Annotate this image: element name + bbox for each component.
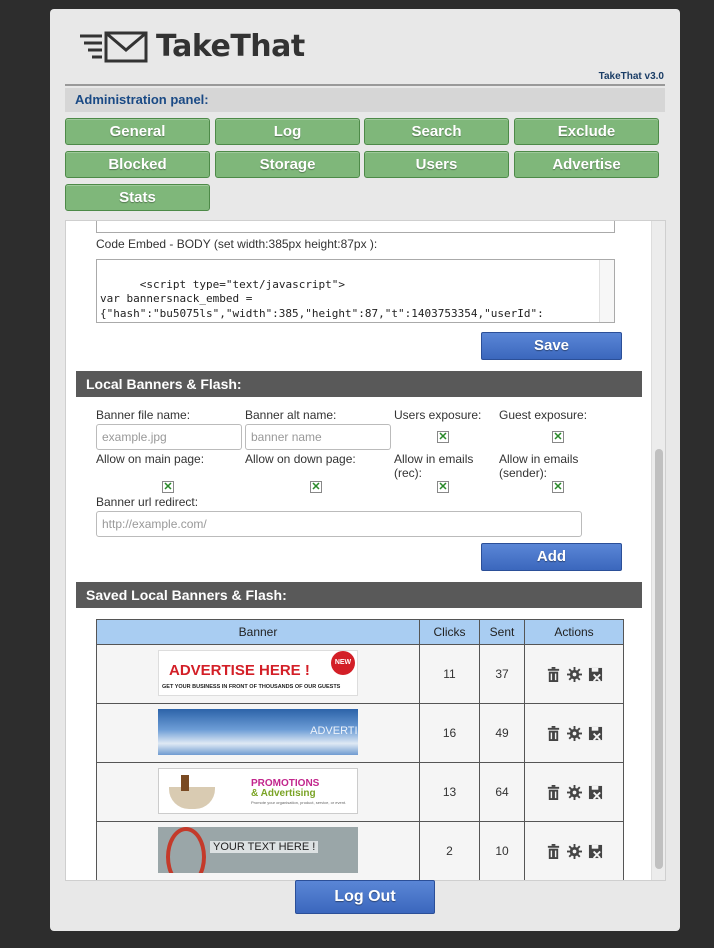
banner-cell: PROMOTIONS & Advertising Promote your or…	[96, 762, 420, 822]
nav-storage[interactable]: Storage	[215, 151, 360, 178]
save-button[interactable]: Save	[481, 332, 622, 360]
nav-search[interactable]: Search	[364, 118, 509, 145]
envelope-logo-icon	[80, 31, 148, 62]
trash-icon[interactable]	[546, 666, 561, 682]
nav-blocked[interactable]: Blocked	[65, 151, 210, 178]
gear-icon[interactable]	[566, 784, 582, 800]
banner-text: YOUR TEXT HERE !	[210, 840, 319, 853]
banner-arc-graphic	[166, 826, 206, 873]
banner-cell: ADVERTISE HERE	[96, 703, 420, 763]
nav-stats[interactable]: Stats	[65, 184, 210, 211]
col-sent: Sent	[479, 619, 525, 645]
table-row: PROMOTIONS & Advertising Promote your or…	[96, 762, 624, 822]
gear-icon[interactable]	[566, 725, 582, 741]
delete-save-icon[interactable]	[588, 785, 603, 800]
trash-icon[interactable]	[546, 725, 561, 741]
delete-save-icon[interactable]	[588, 844, 603, 859]
banner-text: ADVERTISE HERE !	[169, 661, 310, 679]
banner-file-name-input[interactable]: example.jpg	[96, 424, 242, 450]
actions-cell	[524, 703, 624, 763]
emails-sender-checkbox[interactable]: ✕	[552, 481, 564, 493]
clicks-cell: 2	[419, 821, 480, 880]
alt-name-label: Banner alt name:	[245, 408, 337, 422]
emails-sender-label: Allow in emails (sender):	[499, 452, 579, 480]
divider	[65, 84, 665, 86]
url-redirect-input[interactable]: http://example.com/	[96, 511, 582, 537]
guest-exposure-checkbox[interactable]: ✕	[552, 431, 564, 443]
actions-cell	[524, 821, 624, 880]
logout-button[interactable]: Log Out	[295, 880, 435, 914]
nav-exclude[interactable]: Exclude	[514, 118, 659, 145]
delete-save-icon[interactable]	[588, 667, 603, 682]
users-exposure-checkbox[interactable]: ✕	[437, 431, 449, 443]
gear-icon[interactable]	[566, 666, 582, 682]
panel-scrollbar[interactable]	[651, 221, 665, 880]
banner-image: ADVERTISE HERE	[158, 708, 358, 755]
clicks-cell: 16	[419, 703, 480, 763]
col-actions: Actions	[524, 619, 624, 645]
banner-cell: ADVERTISE HERE ! GET YOUR BUSINESS IN FR…	[96, 644, 420, 704]
embed-code-textarea[interactable]: <script type="text/javascript"> var bann…	[96, 259, 615, 323]
users-exposure-label: Users exposure:	[394, 408, 482, 422]
embed-code-text: <script type="text/javascript"> var bann…	[100, 277, 544, 323]
sent-cell: 49	[479, 703, 525, 763]
sent-cell: 37	[479, 644, 525, 704]
actions-cell	[524, 762, 624, 822]
version-label: TakeThat v3.0	[598, 71, 664, 82]
admin-panel-title: Administration panel:	[65, 88, 665, 112]
nav-advertise[interactable]: Advertise	[514, 151, 659, 178]
sent-cell: 64	[479, 762, 525, 822]
content-panel: Code Embed - BODY (set width:385px heigh…	[65, 220, 666, 881]
nav-general[interactable]: General	[65, 118, 210, 145]
main-page-checkbox[interactable]: ✕	[162, 481, 174, 493]
app-name: TakeThat	[156, 29, 305, 64]
table-row: ADVERTISE HERE 16 49	[96, 703, 624, 763]
coffee-pour-graphic	[181, 774, 189, 791]
col-banner: Banner	[96, 619, 420, 645]
file-name-label: Banner file name:	[96, 408, 191, 422]
emails-rec-checkbox[interactable]: ✕	[437, 481, 449, 493]
new-badge: NEW	[331, 650, 355, 675]
delete-save-icon[interactable]	[588, 726, 603, 741]
banner-subtext: & Advertising	[251, 787, 316, 799]
local-banners-header: Local Banners & Flash:	[76, 371, 642, 397]
actions-cell	[524, 644, 624, 704]
down-page-label: Allow on down page:	[245, 452, 356, 466]
table-header-row: Banner Clicks Sent Actions	[96, 619, 624, 645]
banner-image: PROMOTIONS & Advertising Promote your or…	[158, 767, 358, 814]
banner-note: Promote your organisation, product, serv…	[251, 799, 347, 805]
trash-icon[interactable]	[546, 784, 561, 800]
clicks-cell: 11	[419, 644, 480, 704]
textarea-scrollbar[interactable]	[599, 260, 614, 322]
app-logo: TakeThat	[80, 29, 305, 64]
gear-icon[interactable]	[566, 843, 582, 859]
emails-rec-label: Allow in emails (rec):	[394, 452, 474, 480]
banner-subtext: GET YOUR BUSINESS IN FRONT OF THOUSANDS …	[162, 683, 341, 690]
col-clicks: Clicks	[419, 619, 480, 645]
table-row: YOUR TEXT HERE ! 2 10	[96, 821, 624, 880]
nav-log[interactable]: Log	[215, 118, 360, 145]
banner-cell: YOUR TEXT HERE !	[96, 821, 420, 880]
banner-image: YOUR TEXT HERE !	[158, 826, 358, 873]
clicks-cell: 13	[419, 762, 480, 822]
add-button[interactable]: Add	[481, 543, 622, 571]
banner-text: ADVERTISE HERE	[310, 724, 358, 737]
table-row: ADVERTISE HERE ! GET YOUR BUSINESS IN FR…	[96, 644, 624, 704]
sent-cell: 10	[479, 821, 525, 880]
guest-exposure-label: Guest exposure:	[499, 408, 588, 422]
trash-icon[interactable]	[546, 843, 561, 859]
saved-banners-header: Saved Local Banners & Flash:	[76, 582, 642, 608]
main-card: TakeThat TakeThat v3.0 Administration pa…	[50, 9, 680, 931]
embed-label: Code Embed - BODY (set width:385px heigh…	[96, 237, 378, 251]
panel-scrollbar-thumb[interactable]	[655, 449, 663, 869]
coffee-cup-graphic	[169, 786, 215, 809]
main-page-label: Allow on main page:	[96, 452, 205, 466]
nav-users[interactable]: Users	[364, 151, 509, 178]
previous-textarea[interactable]	[96, 221, 615, 233]
banner-alt-name-input[interactable]: banner name	[245, 424, 391, 450]
banners-table: Banner Clicks Sent Actions ADVERTISE HER…	[96, 619, 624, 880]
url-redirect-label: Banner url redirect:	[96, 495, 199, 509]
banner-image: ADVERTISE HERE ! GET YOUR BUSINESS IN FR…	[158, 649, 358, 696]
down-page-checkbox[interactable]: ✕	[310, 481, 322, 493]
